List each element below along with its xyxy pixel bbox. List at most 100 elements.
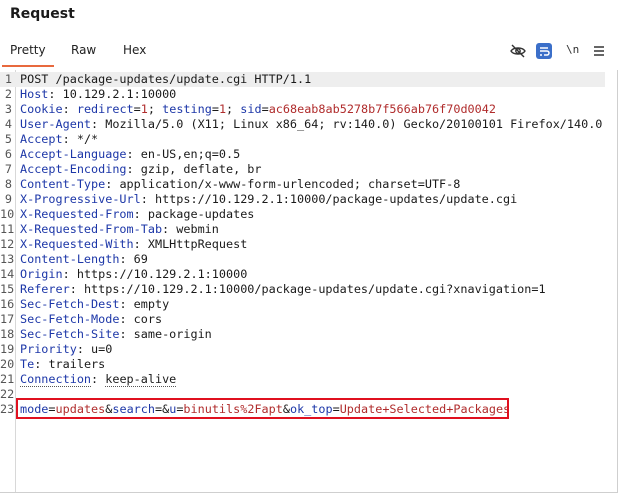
code-line: 11 X-Requested-From-Tab: webmin [0, 222, 605, 237]
line-code: Accept: */* [20, 132, 98, 147]
header-separator: : [91, 117, 106, 131]
header-value: empty [133, 297, 170, 311]
line-number: 12 [0, 237, 15, 251]
tab-raw[interactable]: Raw [71, 43, 96, 57]
line-number: 13 [0, 252, 15, 266]
header-separator: : [162, 222, 177, 236]
header-key: X-Requested-With [20, 237, 134, 251]
header-separator: : [62, 102, 77, 116]
header-separator: : [48, 87, 63, 101]
code-line: 2 Host: 10.129.2.1:10000 [0, 87, 605, 102]
header-value: 69 [133, 252, 148, 266]
header-separator: : [133, 237, 148, 251]
code-line: 18 Sec-Fetch-Site: same-origin [0, 327, 605, 342]
code-line: 4 User-Agent: Mozilla/5.0 (X11; Linux x86… [0, 117, 605, 132]
header-separator: : [62, 132, 77, 146]
line-number: 3 [4, 102, 12, 116]
header-key: Connection [20, 372, 92, 387]
code-line: 21 Connection: keep-alive [0, 372, 605, 387]
header-value: u=0 [91, 342, 113, 356]
header-separator: : [119, 297, 134, 311]
header-value: keep-alive [105, 372, 177, 387]
line-code: Sec-Fetch-Dest: empty [20, 297, 169, 312]
header-separator: : [119, 312, 134, 326]
tab-hex[interactable]: Hex [123, 43, 146, 57]
line-code: Accept-Encoding: gzip, deflate, br [20, 162, 262, 177]
header-separator: : [133, 207, 148, 221]
header-separator: : [69, 282, 84, 296]
wrap-text-icon[interactable] [536, 43, 552, 59]
header-key: Sec-Fetch-Dest [20, 297, 120, 311]
header-separator: : [76, 342, 92, 356]
line-code: Te: trailers [20, 357, 105, 372]
menu-icon[interactable] [590, 42, 608, 60]
request-editor[interactable]: 1 POST /package-updates/update.cgi HTTP/1… [0, 70, 618, 493]
newline-icon[interactable]: \n [566, 43, 584, 61]
line-code: Sec-Fetch-Site: same-origin [20, 327, 212, 342]
header-key: Te [20, 357, 35, 371]
cookie-value: 1 [140, 102, 148, 116]
line-code: Referer: https://10.129.2.1:10000/packag… [20, 282, 546, 297]
line-number: 10 [0, 207, 15, 221]
header-separator: : [91, 372, 106, 386]
code-line: 1 POST /package-updates/update.cgi HTTP/1… [0, 72, 605, 87]
code-line: 12 X-Requested-With: XMLHttpRequest [0, 237, 605, 252]
header-separator: : [105, 177, 120, 191]
line-number: 8 [4, 177, 12, 191]
line-code: X-Requested-From-Tab: webmin [20, 222, 219, 237]
header-value: */* [76, 132, 99, 146]
header-value: https://10.129.2.1:10000/package-updates… [154, 192, 518, 206]
code-line: 15 Referer: https://10.129.2.1:10000/pack… [0, 282, 605, 297]
line-code: Host: 10.129.2.1:10000 [20, 87, 176, 102]
header-value: webmin [176, 222, 219, 236]
header-key: Content-Length [20, 252, 120, 266]
body-highlight-box [16, 398, 509, 419]
line-number: 6 [4, 147, 12, 161]
line-number: 16 [0, 297, 15, 311]
line-number: 5 [4, 132, 12, 146]
code-line: 6 Accept-Language: en-US,en;q=0.5 [0, 147, 605, 162]
code-line: 8 Content-Type: application/x-www-form-ur… [0, 177, 605, 192]
header-key: Accept [20, 132, 63, 146]
line-number: 21 [0, 372, 15, 386]
header-key: X-Progressive-Url [20, 192, 141, 206]
cookie-name: sid [240, 102, 262, 116]
line-code: POST /package-updates/update.cgi HTTP/1.… [20, 72, 311, 87]
header-key: Content-Type [20, 177, 106, 191]
line-number: 9 [4, 192, 12, 206]
header-key: Cookie [20, 102, 63, 116]
line-code: Content-Length: 69 [20, 252, 148, 267]
line-code: Cookie: redirect=1; testing=1; sid=ac68e… [20, 102, 496, 117]
eye-off-icon[interactable] [509, 42, 527, 60]
line-number: 22 [0, 387, 15, 401]
header-value: https://10.129.2.1:10000 [76, 267, 248, 281]
code-line: 19 Priority: u=0 [0, 342, 605, 357]
panel-title: Request [10, 6, 75, 22]
header-value: package-updates [147, 207, 255, 221]
line-code: X-Requested-With: XMLHttpRequest [20, 237, 247, 252]
cookie-value: ac68eab8ab5278b7f566ab76f70d0042 [268, 102, 496, 116]
tab-pretty[interactable]: Pretty [2, 43, 54, 67]
line-code: Content-Type: application/x-www-form-url… [20, 177, 460, 192]
header-separator: : [62, 267, 77, 281]
line-number: 2 [4, 87, 12, 101]
line-number: 18 [0, 327, 15, 341]
line-number: 23 [0, 402, 15, 416]
header-key: Accept-Encoding [20, 162, 127, 176]
line-number: 14 [0, 267, 15, 281]
header-separator: : [140, 192, 155, 206]
code-line: 17 Sec-Fetch-Mode: cors [0, 312, 605, 327]
header-value: 10.129.2.1:10000 [62, 87, 177, 101]
line-code: Sec-Fetch-Mode: cors [20, 312, 162, 327]
header-value: application/x-www-form-urlencoded; chars… [119, 177, 461, 191]
line-number: 11 [0, 222, 15, 236]
code-line: 13 Content-Length: 69 [0, 252, 605, 267]
header-key: Sec-Fetch-Mode [20, 312, 120, 326]
header-value: XMLHttpRequest [147, 237, 248, 251]
header-value: Mozilla/5.0 (X11; Linux x86_64; rv:140.0… [105, 117, 603, 131]
cookie-equals: = [133, 102, 141, 116]
header-separator: : [119, 252, 134, 266]
header-value: gzip, deflate, br [140, 162, 262, 176]
cookie-separator: ; [147, 102, 163, 116]
cookie-equals: = [261, 102, 269, 116]
